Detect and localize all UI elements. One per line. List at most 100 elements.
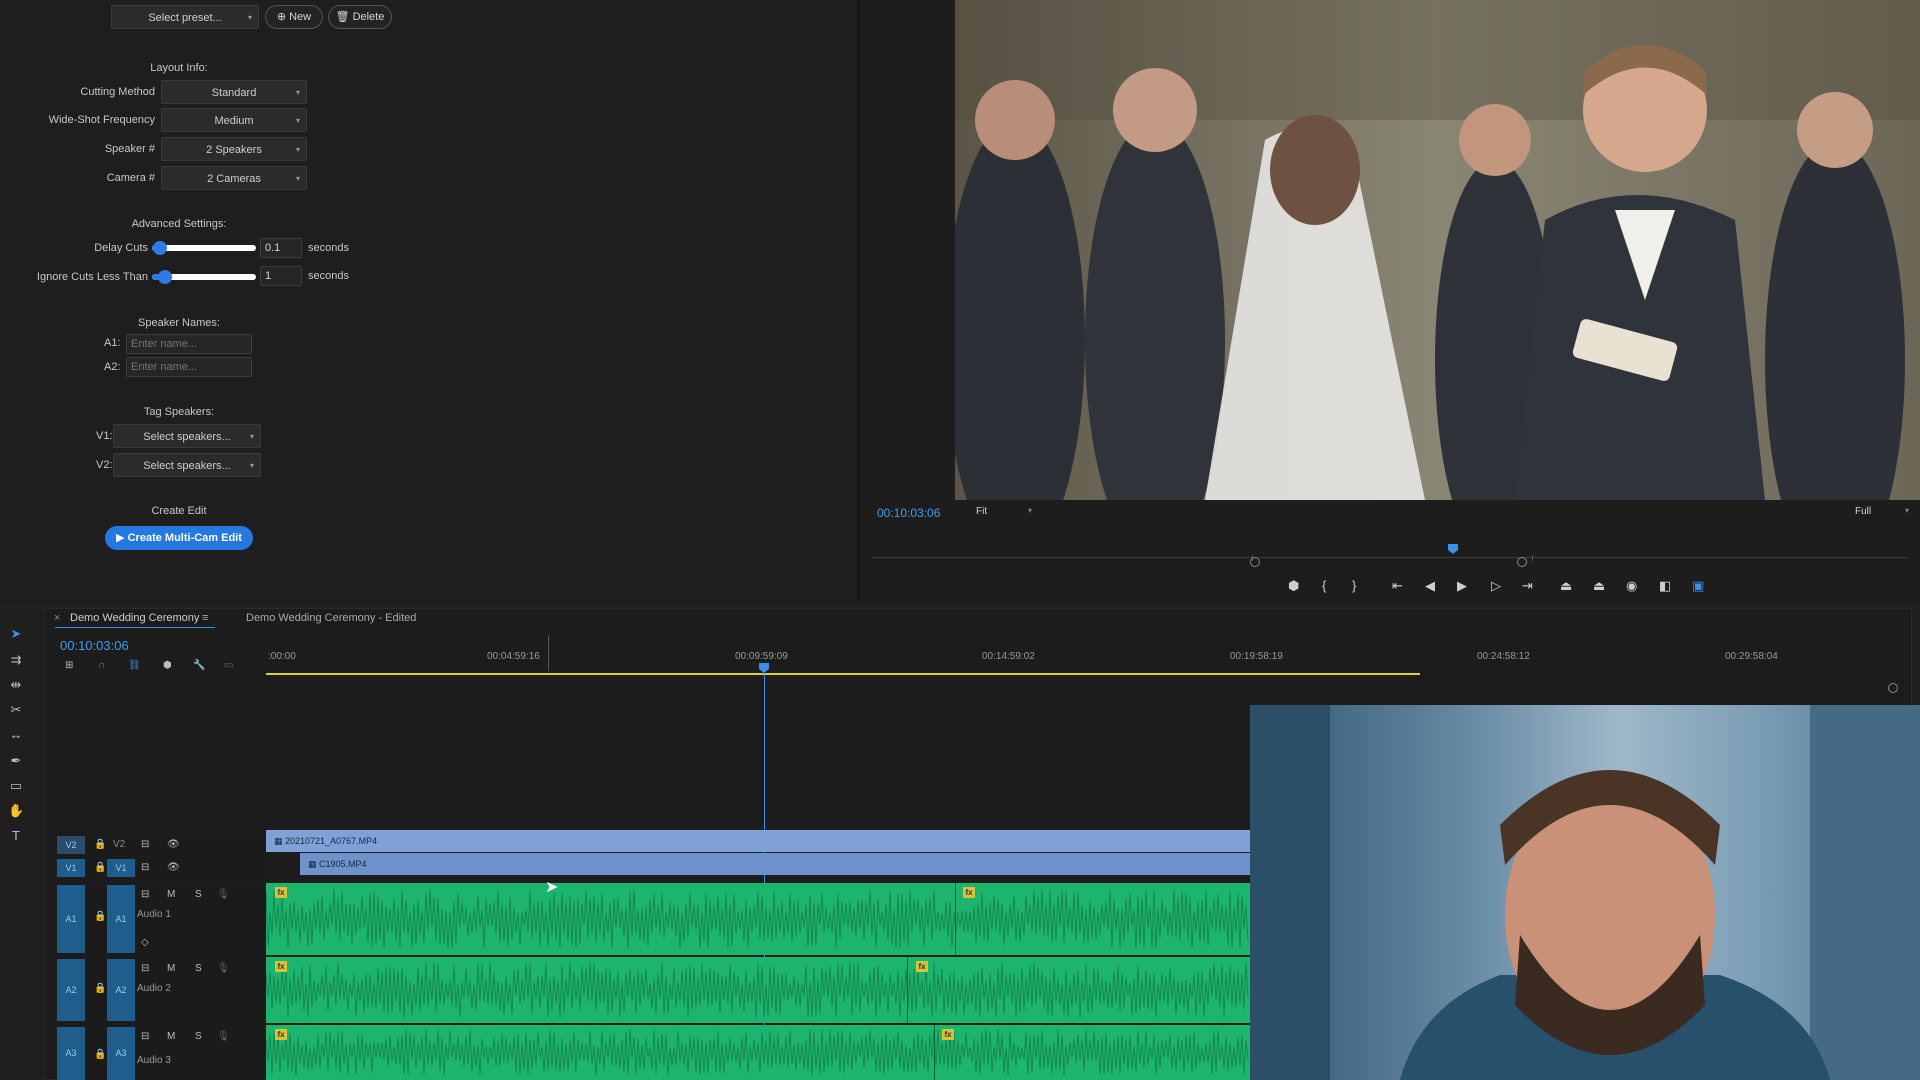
sync-lock-icon[interactable]: ⊟ [141, 839, 149, 850]
out-point-handle[interactable] [1517, 557, 1527, 567]
monitor-timecode[interactable]: 00:10:03:06 [877, 506, 940, 520]
multicam-icon[interactable]: ▣ [1692, 578, 1704, 594]
solo-button[interactable]: S [195, 963, 202, 974]
source-patch-a2[interactable]: A2 [57, 959, 85, 1021]
track-label-a3[interactable]: A3 [107, 1027, 135, 1080]
pen-tool-icon[interactable]: ✒ [8, 753, 24, 769]
audio-clip-a1[interactable]: fx fx [266, 883, 1250, 955]
track-label-a1[interactable]: A1 [107, 885, 135, 953]
keyframe-icon[interactable]: ◇ [141, 937, 149, 948]
microphone-icon[interactable]: 🎙 [217, 963, 230, 974]
clip-edit-point[interactable] [955, 883, 956, 955]
tab-demo-wedding-edited[interactable]: Demo Wedding Ceremony - Edited [246, 612, 416, 624]
source-patch-v1[interactable]: V1 [57, 859, 85, 877]
delay-cuts-input[interactable]: 0.1 [260, 238, 302, 258]
audio-clip-a3[interactable]: fx fx [266, 1025, 1250, 1080]
ignore-cuts-input[interactable]: 1 [260, 266, 302, 286]
chevron-down-icon: ▾ [295, 145, 300, 154]
add-marker-icon[interactable]: ⬢ [163, 660, 172, 671]
razor-tool-icon[interactable]: ✂ [8, 702, 24, 718]
source-patch-v2[interactable]: V2 [57, 836, 85, 854]
a2-name-input[interactable] [126, 357, 252, 377]
tab-demo-wedding[interactable]: Demo Wedding Ceremony [70, 612, 199, 624]
microphone-icon[interactable]: 🎙 [217, 1031, 230, 1042]
clip-v1[interactable]: ▦ C1905.MP4 [300, 853, 1250, 875]
slip-tool-icon[interactable]: ↔ [8, 727, 24, 743]
eye-icon[interactable]: 👁 [167, 862, 180, 873]
mute-button[interactable]: M [167, 963, 175, 974]
lift-icon[interactable]: ⏏ [1560, 578, 1572, 594]
go-to-out-icon[interactable]: ⇥ [1522, 578, 1533, 594]
solo-button[interactable]: S [195, 1031, 202, 1042]
in-point-handle[interactable] [1250, 557, 1260, 567]
monitor-time-ruler[interactable] [872, 552, 1908, 562]
microphone-icon[interactable]: 🎙 [217, 889, 230, 900]
add-marker-icon[interactable]: ⬢ [1288, 578, 1299, 594]
mute-button[interactable]: M [167, 889, 175, 900]
track-label-a2[interactable]: A2 [107, 959, 135, 1021]
work-area-bar[interactable] [266, 673, 1420, 675]
wrench-icon[interactable]: 🔧 [193, 660, 205, 671]
delay-cuts-slider[interactable] [152, 241, 256, 255]
sync-lock-icon[interactable]: ⊟ [141, 1031, 149, 1042]
new-preset-button[interactable]: ⊕ New [265, 5, 323, 29]
lock-icon[interactable]: 🔒 [94, 911, 106, 922]
slider-handle[interactable] [158, 270, 172, 284]
extract-icon[interactable]: ⏏ [1593, 578, 1605, 594]
clip-edit-point[interactable] [907, 957, 908, 1023]
a1-name-input[interactable] [126, 334, 252, 354]
eye-icon[interactable]: 👁 [167, 839, 180, 850]
source-patch-a1[interactable]: A1 [57, 885, 85, 953]
speaker-count-dropdown[interactable]: 2 Speakers ▾ [161, 137, 307, 161]
wide-shot-dropdown[interactable]: Medium ▾ [161, 108, 307, 132]
sync-lock-icon[interactable]: ⊟ [141, 889, 149, 900]
track-select-tool-icon[interactable]: ⇉ [8, 652, 24, 668]
solo-button[interactable]: S [195, 889, 202, 900]
lock-icon[interactable]: 🔒 [94, 1049, 106, 1060]
snap-icon[interactable]: ∩ [98, 660, 105, 671]
tab-menu-icon[interactable]: ≡ [202, 612, 208, 624]
selection-tool-icon[interactable]: ➤ [8, 626, 24, 642]
mark-out-icon[interactable]: } [1352, 578, 1356, 593]
camera-count-dropdown[interactable]: 2 Cameras ▾ [161, 166, 307, 190]
comparison-view-icon[interactable]: ◧ [1659, 578, 1671, 594]
lock-icon[interactable]: 🔒 [94, 839, 106, 850]
create-multicam-button[interactable]: ▶ Create Multi-Cam Edit [105, 526, 253, 550]
lock-icon[interactable]: 🔒 [94, 983, 106, 994]
step-forward-icon[interactable]: ▷ [1491, 578, 1501, 594]
slider-handle[interactable] [153, 241, 167, 255]
v2-speaker-dropdown[interactable]: Select speakers... ▾ [113, 453, 261, 477]
zoom-fit-dropdown[interactable]: Fit ▾ [976, 506, 1032, 520]
preset-dropdown[interactable]: Select preset... ▾ [111, 5, 259, 29]
track-label-v2[interactable]: V2 [113, 839, 125, 850]
cutting-method-dropdown[interactable]: Standard ▾ [161, 80, 307, 104]
step-back-icon[interactable]: ◀ [1425, 578, 1435, 594]
resolution-dropdown[interactable]: Full ▾ [1855, 506, 1909, 520]
source-patch-a3[interactable]: A3 [57, 1027, 85, 1080]
v1-speaker-dropdown[interactable]: Select speakers... ▾ [113, 424, 261, 448]
lock-icon[interactable]: 🔒 [94, 862, 106, 873]
mark-in-icon[interactable]: { [1322, 578, 1326, 593]
sync-lock-icon[interactable]: ⊟ [141, 862, 149, 873]
sync-lock-icon[interactable]: ⊟ [141, 963, 149, 974]
track-label-v1[interactable]: V1 [107, 859, 135, 877]
mute-button[interactable]: M [167, 1031, 175, 1042]
play-icon[interactable]: ▶ [1457, 578, 1467, 594]
captions-icon[interactable]: ▭ [224, 660, 233, 671]
timeline-timecode[interactable]: 00:10:03:06 [60, 638, 129, 653]
delete-preset-button[interactable]: 🗑 Delete [328, 5, 392, 29]
rectangle-tool-icon[interactable]: ▭ [8, 778, 24, 794]
close-tab-icon[interactable]: × [54, 612, 60, 624]
clip-v2[interactable]: ▦ 20210721_A0767.MP4 [266, 830, 1250, 852]
zoom-handle[interactable] [1888, 683, 1898, 693]
go-to-in-icon[interactable]: ⇤ [1392, 578, 1403, 594]
ignore-cuts-slider[interactable] [152, 270, 256, 284]
export-frame-icon[interactable]: ◉ [1626, 578, 1637, 594]
nest-icon[interactable]: ⊞ [65, 660, 73, 671]
audio-clip-a2[interactable]: fx fx [266, 957, 1250, 1023]
hand-tool-icon[interactable]: ✋ [8, 803, 24, 819]
linked-selection-icon[interactable]: ⛓ [128, 660, 141, 671]
type-tool-icon[interactable]: T [8, 828, 24, 844]
ripple-edit-tool-icon[interactable]: ⇹ [8, 677, 24, 693]
clip-edit-point[interactable] [934, 1025, 935, 1080]
